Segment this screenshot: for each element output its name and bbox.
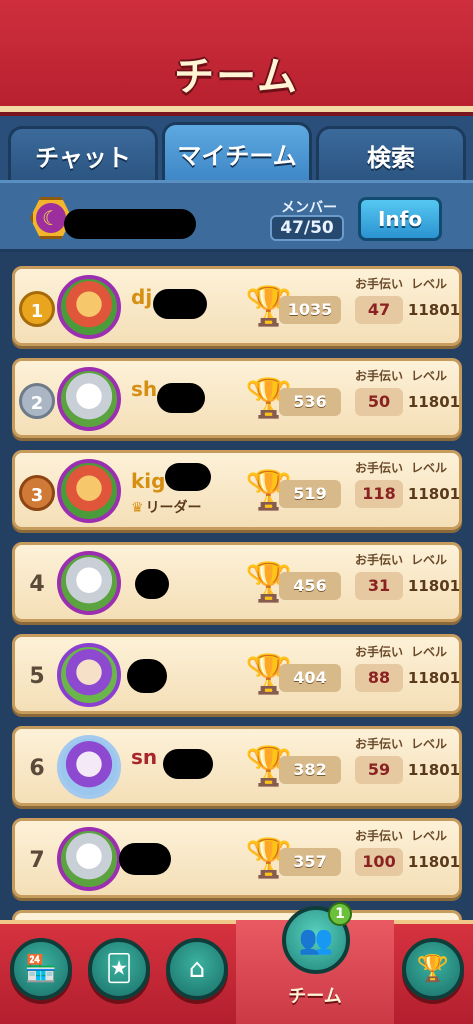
- info-button[interactable]: Info: [358, 197, 442, 241]
- level-value: 11801: [407, 393, 461, 411]
- rank-number: 7: [29, 848, 45, 873]
- redacted-name: [127, 659, 167, 693]
- leader-role: ♛ リーダー: [131, 500, 202, 516]
- bottom-nav: 🏪 🃏 ⌂ 👥 1 チーム 🏆: [0, 902, 473, 1024]
- member-row[interactable]: 1 dj 🏆 1035 お手伝い レベル 47 11801: [12, 266, 462, 346]
- members-count: 47/50: [270, 215, 344, 241]
- members-label: メンバー: [281, 200, 337, 216]
- silver-medal-icon: 2: [19, 383, 55, 419]
- help-count: 59: [355, 756, 403, 784]
- avatar: [57, 643, 121, 707]
- trophy-count: 519: [279, 480, 341, 508]
- help-label: お手伝い: [355, 645, 404, 659]
- header: チーム: [0, 0, 473, 112]
- tab-chat[interactable]: チャット: [8, 126, 158, 182]
- member-row[interactable]: 5 🏆 404 お手伝い レベル 88 11801: [12, 634, 462, 714]
- level-label: レベル: [411, 553, 448, 567]
- gold-medal-icon: 1: [19, 291, 55, 327]
- member-row[interactable]: [12, 910, 462, 920]
- help-count: 88: [355, 664, 403, 692]
- level-value: 11801: [407, 301, 461, 319]
- redacted-name: [135, 569, 169, 599]
- trophy-count: 1035: [279, 296, 341, 324]
- rank-number: 4: [29, 572, 45, 597]
- redacted-name: [153, 289, 207, 319]
- member-row[interactable]: 7 🏆 357 お手伝い レベル 100 11801: [12, 818, 462, 898]
- help-label: お手伝い: [355, 553, 404, 567]
- cards-icon[interactable]: 🃏: [88, 938, 150, 1000]
- level-label: レベル: [411, 461, 448, 475]
- trophy-count: 456: [279, 572, 341, 600]
- home-icon[interactable]: ⌂: [166, 938, 228, 1000]
- level-label: レベル: [411, 645, 448, 659]
- redacted-name: [165, 463, 211, 491]
- redacted-name: [163, 749, 213, 779]
- help-label: お手伝い: [355, 277, 404, 291]
- rank-number: 5: [29, 664, 45, 689]
- help-count: 118: [355, 480, 403, 508]
- member-row[interactable]: 2 sh 🏆 536 お手伝い レベル 50 11801: [12, 358, 462, 438]
- tab-search[interactable]: 検索: [316, 126, 466, 182]
- redacted-name: [157, 383, 205, 413]
- crown-icon: ♛: [131, 500, 144, 516]
- level-value: 11801: [407, 761, 461, 779]
- avatar: [57, 551, 121, 615]
- avatar: [57, 275, 121, 339]
- level-value: 11801: [407, 853, 461, 871]
- bronze-medal-icon: 3: [19, 475, 55, 511]
- help-label: お手伝い: [355, 829, 404, 843]
- avatar: [57, 827, 121, 891]
- level-value: 11801: [407, 577, 461, 595]
- member-row[interactable]: 4 🏆 456 お手伝い レベル 31 11801: [12, 542, 462, 622]
- team-info-bar: ☾ メンバー 47/50 Info: [0, 180, 473, 252]
- shop-icon[interactable]: 🏪: [10, 938, 72, 1000]
- trophy-count: 536: [279, 388, 341, 416]
- level-label: レベル: [411, 829, 448, 843]
- level-value: 11801: [407, 485, 461, 503]
- trophy-count: 404: [279, 664, 341, 692]
- member-row[interactable]: 3 kig ♛ リーダー 🏆 519 お手伝い レベル 118 11801: [12, 450, 462, 530]
- moon-icon: ☾: [36, 203, 66, 233]
- trophy-icon[interactable]: 🏆: [402, 938, 464, 1000]
- level-label: レベル: [411, 369, 448, 383]
- tab-my-team[interactable]: マイチーム: [162, 122, 312, 182]
- redacted-team-name: [64, 209, 196, 239]
- trophy-count: 382: [279, 756, 341, 784]
- tab-bar: チャット マイチーム 検索: [8, 122, 466, 182]
- redacted-name: [119, 843, 171, 875]
- avatar: [57, 367, 121, 431]
- help-count: 47: [355, 296, 403, 324]
- help-label: お手伝い: [355, 461, 404, 475]
- level-label: レベル: [411, 277, 448, 291]
- help-count: 31: [355, 572, 403, 600]
- avatar: [57, 735, 121, 799]
- notification-badge: 1: [328, 902, 352, 926]
- help-label: お手伝い: [355, 737, 404, 751]
- level-label: レベル: [411, 737, 448, 751]
- level-value: 11801: [407, 669, 461, 687]
- member-row[interactable]: 6 sn 🏆 382 お手伝い レベル 59 11801: [12, 726, 462, 806]
- rank-number: 6: [29, 756, 45, 781]
- page-title: チーム: [174, 54, 299, 100]
- member-list[interactable]: 1 dj 🏆 1035 お手伝い レベル 47 11801 2 sh 🏆 536…: [0, 252, 473, 920]
- help-count: 50: [355, 388, 403, 416]
- help-count: 100: [355, 848, 403, 876]
- help-label: お手伝い: [355, 369, 404, 383]
- nav-team-label: チーム: [288, 986, 342, 1007]
- trophy-count: 357: [279, 848, 341, 876]
- avatar: [57, 459, 121, 523]
